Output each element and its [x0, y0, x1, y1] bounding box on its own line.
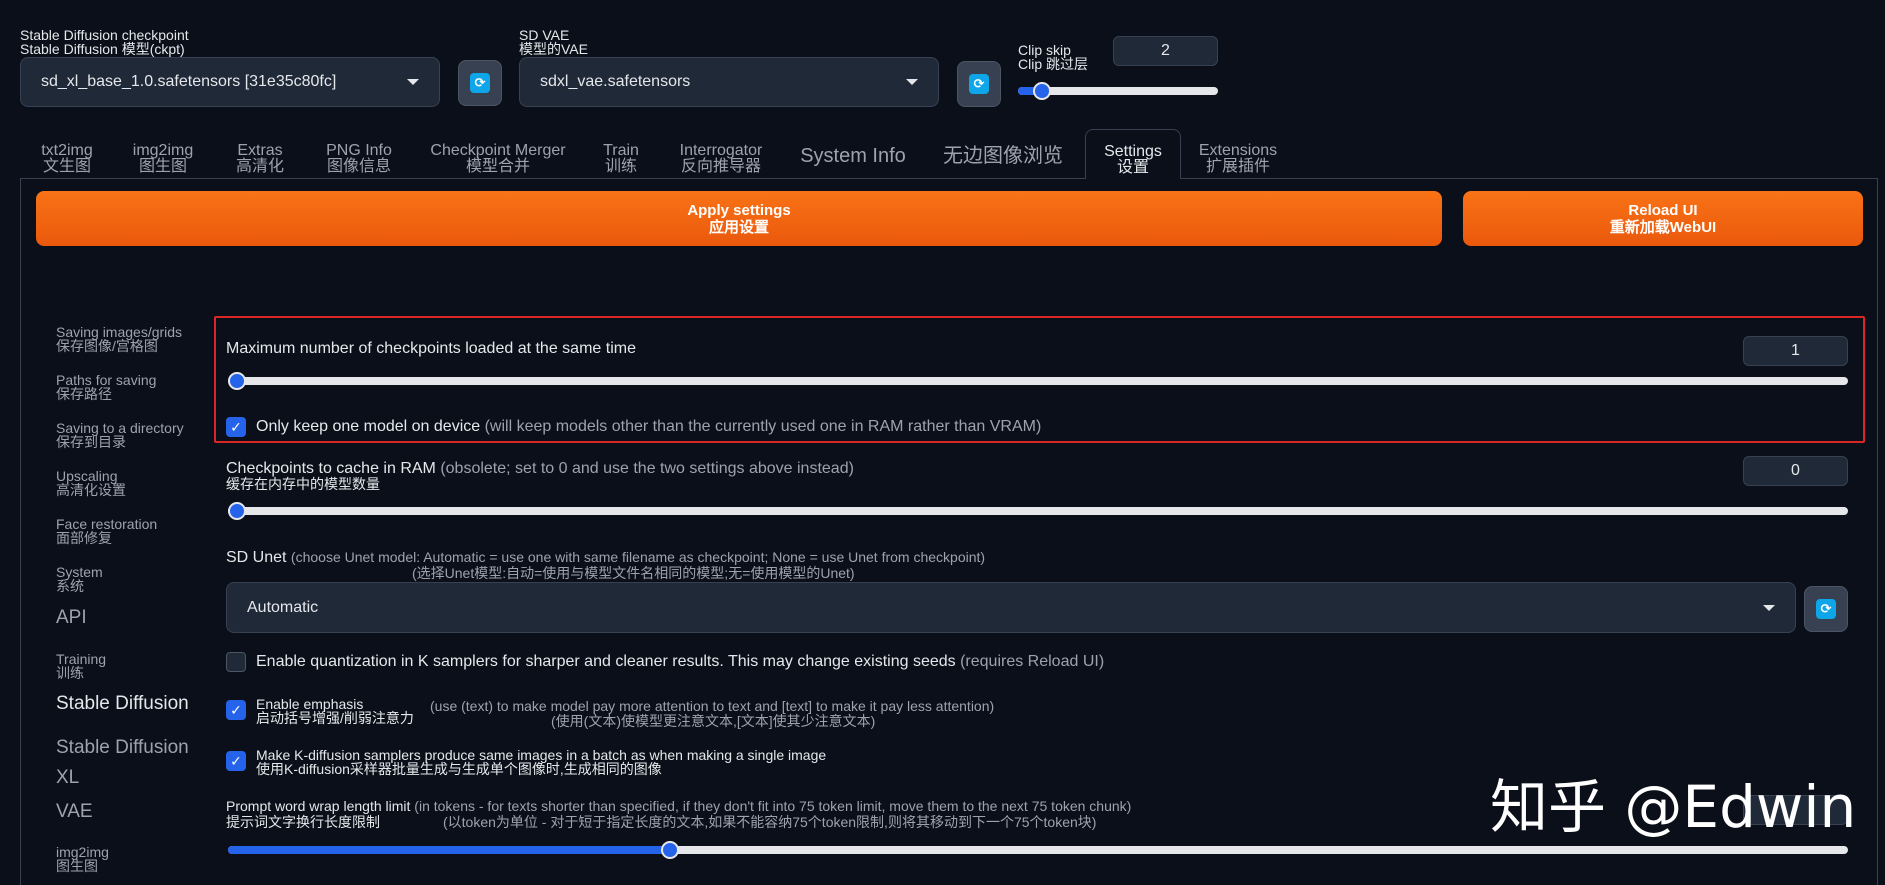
- clip-skip-input[interactable]: 2: [1113, 36, 1218, 66]
- tab-system-info[interactable]: System Info: [798, 146, 908, 166]
- sd-unet-note: (choose Unet model: Automatic = use one …: [290, 549, 986, 565]
- chevron-down-icon: [1763, 604, 1775, 611]
- sidebar-item-upscaling[interactable]: Upscaling 高清化设置: [56, 469, 126, 497]
- refresh-unet-button[interactable]: ⟳: [1804, 586, 1848, 632]
- sidebar-item-vae[interactable]: VAE: [56, 802, 93, 821]
- quantization-checkbox[interactable]: [226, 652, 246, 672]
- one-model-label: Only keep one model on device: [256, 418, 481, 435]
- refresh-vae-button[interactable]: ⟳: [957, 61, 1001, 107]
- quantization-text: Enable quantization in K samplers for sh…: [256, 653, 1104, 670]
- tab-train[interactable]: Train 训练: [598, 143, 644, 175]
- cache-ram-slider-thumb[interactable]: [228, 502, 246, 520]
- checkpoint-select[interactable]: sd_xl_base_1.0.safetensors [31e35c80fc]: [20, 57, 440, 107]
- one-model-text: Only keep one model on device (will keep…: [256, 418, 1041, 435]
- tab-png-info[interactable]: PNG Info 图像信息: [322, 143, 396, 175]
- emphasis-label-cn: 启动括号增强/削弱注意力: [256, 710, 414, 726]
- sd-unet-text: SD Unet (choose Unet model: Automatic = …: [226, 549, 985, 566]
- wrap-limit-note-cn: (以token为单位 - 对于短于指定长度的文本,如果不能容纳75个token限…: [443, 814, 1097, 830]
- checkpoint-label: Stable Diffusion checkpoint Stable Diffu…: [20, 27, 189, 57]
- cache-ram-text: Checkpoints to cache in RAM (obsolete; s…: [226, 460, 854, 477]
- wrap-limit-text: Prompt word wrap length limit (in tokens…: [226, 799, 1131, 813]
- tab-settings[interactable]: Settings 设置: [1085, 129, 1181, 179]
- max-checkpoints-label: Maximum number of checkpoints loaded at …: [226, 340, 636, 357]
- sidebar-item-face-restoration[interactable]: Face restoration 面部修复: [56, 517, 157, 545]
- emphasis-note: (use (text) to make model pay more atten…: [430, 698, 995, 714]
- wrap-limit-label-cn: 提示词文字换行长度限制: [226, 814, 380, 830]
- sidebar-item-stable-diffusion-xl[interactable]: Stable Diffusion XL: [56, 733, 206, 793]
- sidebar-item-saving-to-directory[interactable]: Saving to a directory 保存到目录: [56, 421, 184, 449]
- tab-interrogator[interactable]: Interrogator 反向推导器: [672, 143, 770, 175]
- kdiffusion-label: Make K-diffusion samplers produce same i…: [256, 747, 827, 763]
- tab-img2img[interactable]: img2img 图生图: [128, 143, 198, 175]
- clip-skip-label: Clip skip Clip 跳过层: [1018, 42, 1089, 72]
- sidebar-item-paths-for-saving[interactable]: Paths for saving 保存路径: [56, 373, 156, 401]
- clip-skip-slider-thumb[interactable]: [1033, 82, 1051, 100]
- kdiffusion-checkbox[interactable]: ✓: [226, 751, 246, 771]
- apply-settings-button[interactable]: Apply settings 应用设置: [36, 191, 1442, 246]
- wrap-limit-note: (in tokens - for texts shorter than spec…: [414, 798, 1132, 814]
- tab-extras[interactable]: Extras 高清化: [230, 143, 290, 175]
- sd-unet-note-cn: (选择Unet模型:自动=使用与模型文件名相同的模型;无=使用模型的Unet): [412, 565, 855, 581]
- max-checkpoints-slider-thumb[interactable]: [228, 372, 246, 390]
- kdiffusion-label-cn: 使用K-diffusion采样器批量生成与生成单个图像时,生成相同的图像: [256, 761, 662, 777]
- sd-unet-select[interactable]: Automatic: [226, 582, 1796, 633]
- reload-ui-button[interactable]: Reload UI 重新加载WebUI: [1463, 191, 1863, 246]
- quantization-label: Enable quantization in K samplers for sh…: [256, 653, 956, 670]
- tab-extensions[interactable]: Extensions 扩展插件: [1198, 143, 1278, 175]
- refresh-icon: ⟳: [1816, 599, 1836, 619]
- sidebar-item-img2img[interactable]: img2img 图生图: [56, 845, 109, 873]
- cache-ram-label: Checkpoints to cache in RAM: [226, 460, 436, 477]
- cache-ram-label-cn: 缓存在内存中的模型数量: [226, 476, 380, 492]
- clip-skip-slider[interactable]: [1018, 82, 1218, 100]
- max-checkpoints-slider[interactable]: [228, 372, 1848, 390]
- cache-ram-slider[interactable]: [228, 502, 1848, 520]
- sidebar-item-stable-diffusion[interactable]: Stable Diffusion: [56, 694, 189, 713]
- refresh-icon: ⟳: [969, 74, 989, 94]
- checkpoint-value: sd_xl_base_1.0.safetensors [31e35c80fc]: [41, 73, 337, 90]
- sidebar-item-api[interactable]: API: [56, 608, 87, 627]
- emphasis-checkbox[interactable]: ✓: [226, 700, 246, 720]
- tab-image-browser[interactable]: 无边图像浏览: [938, 146, 1068, 166]
- sidebar-item-saving-images[interactable]: Saving images/grids 保存图像/宫格图: [56, 325, 182, 353]
- sidebar-item-training[interactable]: Training 训练: [56, 652, 106, 680]
- wrap-limit-slider-fill: [228, 846, 671, 854]
- one-model-checkbox[interactable]: ✓: [226, 417, 246, 437]
- max-checkpoints-input[interactable]: 1: [1743, 336, 1848, 366]
- wrap-limit-slider[interactable]: [228, 841, 1848, 859]
- check-icon: ✓: [230, 752, 242, 769]
- check-icon: ✓: [230, 418, 242, 435]
- vae-label: SD VAE 模型的VAE: [519, 27, 588, 57]
- quantization-note: (requires Reload UI): [960, 653, 1105, 670]
- emphasis-note-cn: (使用(文本)使模型更注意文本,[文本]使其少注意文本): [551, 713, 876, 729]
- sd-unet-value: Automatic: [247, 598, 319, 616]
- vae-value: sdxl_vae.safetensors: [540, 73, 691, 90]
- cache-ram-note: (obsolete; set to 0 and use the two sett…: [440, 460, 854, 477]
- sd-unet-label: SD Unet: [226, 549, 287, 566]
- chevron-down-icon: [407, 79, 419, 85]
- refresh-icon: ⟳: [470, 73, 490, 93]
- wrap-limit-label: Prompt word wrap length limit: [226, 798, 411, 814]
- watermark: 知乎 @Edwin: [1490, 773, 1857, 841]
- tab-txt2img[interactable]: txt2img 文生图: [36, 143, 98, 175]
- emphasis-label: Enable emphasis: [256, 696, 364, 712]
- sidebar-item-system[interactable]: System 系统: [56, 565, 103, 593]
- cache-ram-input[interactable]: 0: [1743, 456, 1848, 486]
- refresh-checkpoint-button[interactable]: ⟳: [458, 60, 502, 106]
- one-model-note: (will keep models other than the current…: [484, 418, 1042, 435]
- vae-select[interactable]: sdxl_vae.safetensors: [519, 57, 939, 107]
- tab-checkpoint-merger[interactable]: Checkpoint Merger 模型合并: [428, 143, 568, 175]
- check-icon: ✓: [230, 701, 242, 718]
- chevron-down-icon: [906, 79, 918, 85]
